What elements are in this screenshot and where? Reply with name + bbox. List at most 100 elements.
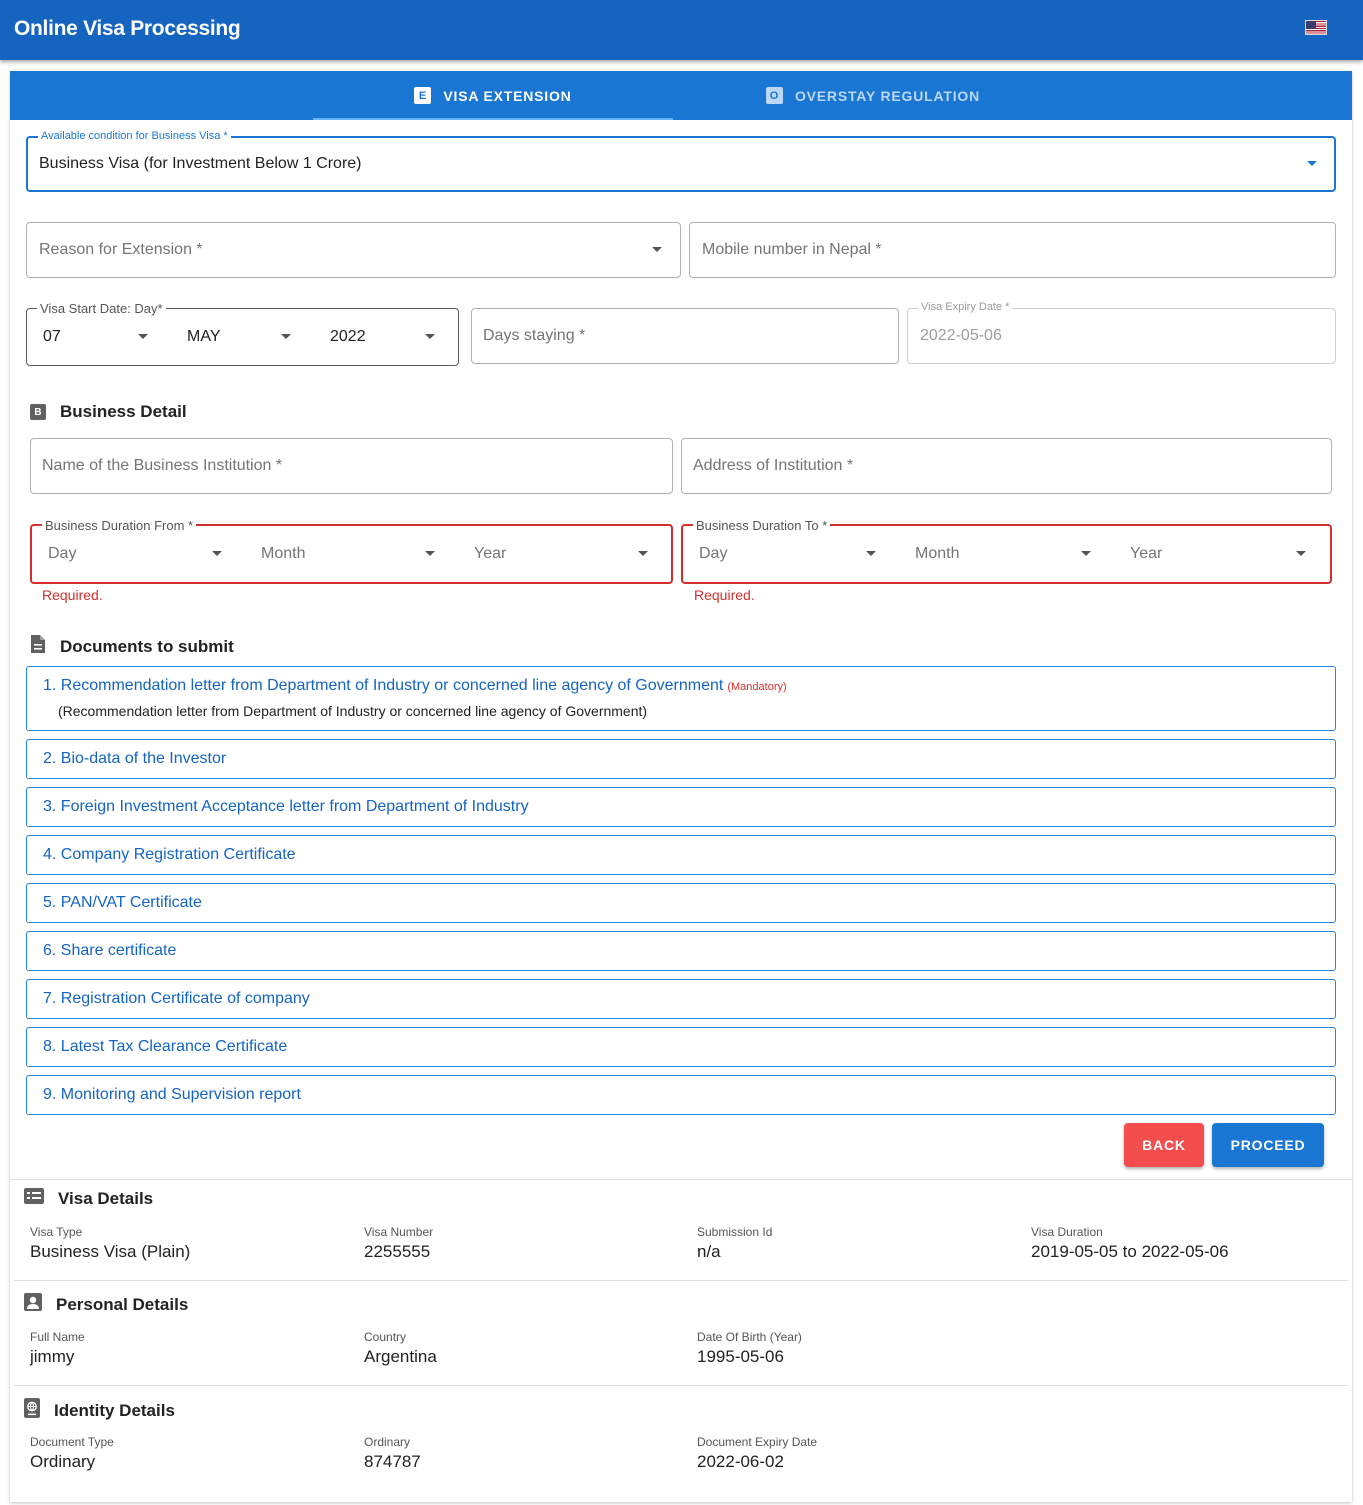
back-button[interactable]: BACK xyxy=(1124,1123,1204,1167)
to-day-select[interactable]: Day xyxy=(699,545,727,563)
country-value: Argentina xyxy=(364,1347,437,1366)
business-duration-to-label: Business Duration To * xyxy=(693,518,831,533)
document-item-8[interactable]: 8. Latest Tax Clearance Certificate xyxy=(26,1027,1336,1067)
days-staying-placeholder: Days staying * xyxy=(483,327,586,344)
document-number-label: Ordinary xyxy=(364,1435,411,1449)
document-title-1: 1. Recommendation letter from Department… xyxy=(43,677,787,694)
visa-number-label: Visa Number xyxy=(364,1225,434,1239)
start-month-chevron-down-icon[interactable] xyxy=(281,334,291,339)
from-month-select[interactable]: Month xyxy=(261,545,305,563)
from-year-select[interactable]: Year xyxy=(474,545,506,563)
proceed-button[interactable]: PROCEED xyxy=(1212,1123,1324,1167)
documents-heading: Documents to submit xyxy=(30,634,234,659)
document-item-7[interactable]: 7. Registration Certificate of company xyxy=(26,979,1336,1019)
document-type-value: Ordinary xyxy=(30,1452,96,1471)
divider xyxy=(14,1280,1348,1281)
visa-start-date-label: Visa Start Date: Day* xyxy=(37,301,166,316)
start-day-select[interactable]: 07 xyxy=(43,328,61,346)
to-month-select[interactable]: Month xyxy=(915,545,959,563)
start-day-chevron-down-icon[interactable] xyxy=(138,334,148,339)
to-year-chevron-down-icon[interactable] xyxy=(1296,551,1306,556)
document-expiry-value: 2022-06-02 xyxy=(697,1452,784,1471)
document-expiry-label: Document Expiry Date xyxy=(697,1435,818,1449)
tab-overstay-regulation[interactable]: O OVERSTAY REGULATION xyxy=(673,71,1073,120)
us-flag-icon[interactable] xyxy=(1305,20,1327,35)
document-item-1[interactable]: 1. Recommendation letter from Department… xyxy=(26,666,1336,731)
submission-id-label: Submission Id xyxy=(697,1225,773,1239)
from-month-chevron-down-icon[interactable] xyxy=(425,551,435,556)
reason-select[interactable]: Reason for Extension * xyxy=(26,222,681,278)
from-day-select[interactable]: Day xyxy=(48,545,76,563)
document-title-2: 2. Bio-data of the Investor xyxy=(43,750,227,767)
visa-expiry-date-label: Visa Expiry Date * xyxy=(918,301,1013,313)
tab-visa-extension-label: VISA EXTENSION xyxy=(443,87,572,104)
tab-bar: E VISA EXTENSION O OVERSTAY REGULATION xyxy=(10,71,1352,120)
from-required-error: Required. xyxy=(42,587,103,603)
personal-details-heading: Personal Details xyxy=(24,1293,188,1316)
from-year-chevron-down-icon[interactable] xyxy=(638,551,648,556)
condition-chevron-down-icon xyxy=(1307,161,1317,166)
visa-number-value: 2255555 xyxy=(364,1242,431,1261)
document-title-9: 9. Monitoring and Supervision report xyxy=(43,1086,301,1103)
documents-title: Documents to submit xyxy=(60,636,234,656)
document-item-4[interactable]: 4. Company Registration Certificate xyxy=(26,835,1336,875)
tab-overstay-regulation-label: OVERSTAY REGULATION xyxy=(794,87,981,104)
business-badge-icon: B xyxy=(30,404,46,420)
to-day-chevron-down-icon[interactable] xyxy=(866,551,876,556)
overstay-badge-icon: O xyxy=(765,87,783,104)
business-duration-to-group: Business Duration To * Day Month Year xyxy=(681,518,1332,584)
document-number-value: 874787 xyxy=(364,1452,421,1471)
document-type-label: Document Type xyxy=(30,1435,114,1449)
mobile-input[interactable]: Mobile number in Nepal * xyxy=(689,222,1336,278)
start-year-chevron-down-icon[interactable] xyxy=(425,334,435,339)
full-name-label: Full Name xyxy=(30,1330,85,1344)
submission-id-value: n/a xyxy=(697,1242,721,1261)
visa-details-heading: Visa Details xyxy=(24,1188,153,1209)
from-day-chevron-down-icon[interactable] xyxy=(212,551,222,556)
reason-placeholder: Reason for Extension * xyxy=(39,241,203,258)
document-item-9[interactable]: 9. Monitoring and Supervision report xyxy=(26,1075,1336,1115)
date-of-birth-value: 1995-05-06 xyxy=(697,1347,784,1366)
document-title-8: 8. Latest Tax Clearance Certificate xyxy=(43,1038,288,1055)
condition-select[interactable]: Available condition for Business Visa * … xyxy=(26,130,1336,192)
mobile-placeholder: Mobile number in Nepal * xyxy=(702,241,882,258)
to-required-error: Required. xyxy=(694,587,755,603)
start-year-select[interactable]: 2022 xyxy=(330,328,366,346)
personal-details-title: Personal Details xyxy=(56,1294,189,1314)
business-name-input[interactable]: Name of the Business Institution * xyxy=(30,438,673,494)
document-title-7: 7. Registration Certificate of company xyxy=(43,990,310,1007)
country-label: Country xyxy=(364,1330,407,1344)
visa-type-value: Business Visa (Plain) xyxy=(30,1242,191,1261)
document-item-3[interactable]: 3. Foreign Investment Acceptance letter … xyxy=(26,787,1336,827)
visa-expiry-date-value: 2022-05-06 xyxy=(920,327,1002,344)
tab-visa-extension[interactable]: E VISA EXTENSION xyxy=(313,71,673,120)
visa-duration-value: 2019-05-05 to 2022-05-06 xyxy=(1031,1242,1229,1261)
reason-chevron-down-icon xyxy=(652,247,662,252)
business-duration-from-group: Business Duration From * Day Month Year xyxy=(30,518,673,584)
visa-type-label: Visa Type xyxy=(30,1225,83,1239)
condition-label: Available condition for Business Visa * xyxy=(38,130,231,142)
document-item-6[interactable]: 6. Share certificate xyxy=(26,931,1336,971)
divider xyxy=(14,1385,1348,1386)
business-duration-from-label: Business Duration From * xyxy=(42,518,197,533)
app-title: Online Visa Processing xyxy=(14,17,241,40)
visa-expiry-date-field: Visa Expiry Date * 2022-05-06 xyxy=(907,301,1336,364)
days-staying-input[interactable]: Days staying * xyxy=(471,308,899,364)
business-address-input[interactable]: Address of Institution * xyxy=(681,438,1332,494)
business-name-placeholder: Name of the Business Institution * xyxy=(42,457,283,474)
list-card-icon xyxy=(24,1188,44,1209)
identity-details-heading: Identity Details xyxy=(24,1398,175,1423)
to-year-select[interactable]: Year xyxy=(1130,545,1162,563)
visa-extension-badge-icon: E xyxy=(414,87,432,104)
document-item-5[interactable]: 5. PAN/VAT Certificate xyxy=(26,883,1336,923)
start-month-select[interactable]: MAY xyxy=(187,328,220,346)
document-title-5: 5. PAN/VAT Certificate xyxy=(43,894,202,911)
identity-details-title: Identity Details xyxy=(54,1400,175,1420)
document-description-1: (Recommendation letter from Department o… xyxy=(58,703,648,719)
to-month-chevron-down-icon[interactable] xyxy=(1081,551,1091,556)
document-title-3: 3. Foreign Investment Acceptance letter … xyxy=(43,798,529,815)
business-address-placeholder: Address of Institution * xyxy=(693,457,854,474)
active-tab-indicator xyxy=(313,118,673,120)
document-item-2[interactable]: 2. Bio-data of the Investor xyxy=(26,739,1336,779)
full-name-value: jimmy xyxy=(30,1347,75,1366)
